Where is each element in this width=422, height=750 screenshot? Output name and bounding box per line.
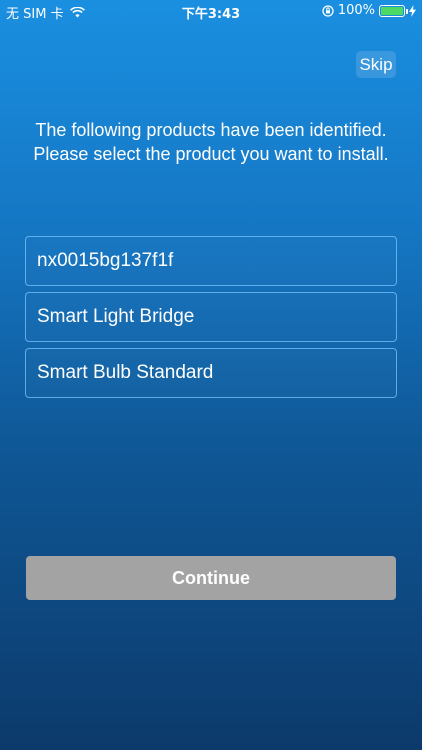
status-right: 100% bbox=[322, 3, 416, 18]
continue-button[interactable]: Continue bbox=[26, 556, 396, 600]
status-bar: 无 SIM 卡 下午3:43 100% bbox=[0, 0, 422, 22]
skip-button[interactable]: Skip bbox=[356, 51, 396, 78]
instructions-text: The following products have been identif… bbox=[33, 120, 389, 164]
product-item-smart-bulb-standard[interactable]: Smart Bulb Standard bbox=[25, 348, 397, 398]
battery-nub bbox=[406, 8, 408, 14]
charging-bolt-icon bbox=[409, 4, 416, 17]
product-list: nx0015bg137f1f Smart Light Bridge Smart … bbox=[25, 236, 397, 404]
battery-percent: 100% bbox=[337, 3, 375, 18]
battery-icon bbox=[379, 4, 408, 17]
battery-level-fill bbox=[381, 6, 403, 15]
product-item-nx0015bg137f1f[interactable]: nx0015bg137f1f bbox=[25, 236, 397, 286]
product-item-smart-light-bridge[interactable]: Smart Light Bridge bbox=[25, 292, 397, 342]
rotation-lock-icon bbox=[322, 4, 334, 17]
